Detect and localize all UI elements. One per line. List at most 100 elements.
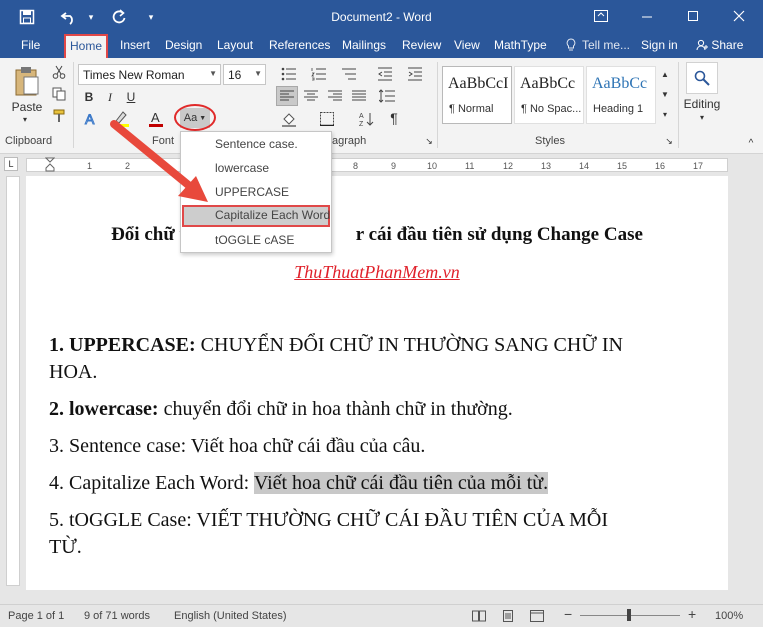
menu-item-capitalize-each-word[interactable]: Capitalize Each Word — [182, 205, 330, 227]
tab-selector-icon[interactable]: L — [4, 157, 18, 171]
title-text-right: r cái đầu tiên sử dụng Change Case — [355, 224, 643, 245]
tab-view[interactable]: View — [454, 38, 480, 52]
increase-indent-icon[interactable] — [404, 66, 426, 82]
ruler-number: 9 — [391, 161, 397, 171]
paragraph-launcher-icon[interactable]: ↘ — [423, 134, 435, 148]
styles-group-label: Styles — [535, 135, 565, 147]
list-item-continuation: HOA. — [49, 361, 98, 383]
status-bar: Page 1 of 1 9 of 71 words English (Unite… — [0, 604, 763, 627]
style-name: Heading 1 — [593, 103, 644, 115]
tab-file[interactable]: File — [21, 38, 40, 52]
web-layout-icon[interactable] — [530, 610, 544, 625]
tell-me-search[interactable]: Tell me... — [582, 38, 630, 52]
ruler-number: 14 — [579, 161, 590, 171]
tab-home[interactable]: Home — [64, 34, 109, 58]
styles-scroll-down-icon[interactable]: ▼ — [658, 86, 672, 102]
borders-icon[interactable] — [316, 110, 338, 128]
style-name: ¶ No Spac... — [521, 103, 582, 115]
zoom-level[interactable]: 100% — [715, 610, 743, 622]
show-formatting-icon[interactable]: ¶ — [384, 108, 404, 128]
item-text: CHUYỂN ĐỔI CHỮ IN THƯỜNG SANG CHỮ IN — [195, 334, 623, 356]
list-item: 1. UPPERCASE: CHUYỂN ĐỔI CHỮ IN THƯỜNG S… — [49, 334, 623, 357]
clipboard-group-label: Clipboard — [5, 135, 53, 147]
paste-dropdown-icon[interactable]: ▾ — [20, 114, 30, 124]
styles-more-icon[interactable]: ▾ — [658, 106, 672, 122]
menu-item-toggle-case[interactable]: tOGGLE cASE — [182, 230, 330, 252]
chevron-down-icon[interactable]: ▾ — [696, 112, 708, 122]
item-heading: 1. UPPERCASE: — [49, 334, 196, 356]
selected-text: Viết hoa chữ cái đầu tiên của mỗi từ. — [253, 472, 549, 494]
list-item: 2. lowercase: chuyển đổi chữ in hoa thàn… — [49, 398, 513, 421]
tab-references[interactable]: References — [269, 38, 330, 52]
ribbon-display-icon[interactable] — [588, 4, 614, 28]
copy-icon[interactable] — [50, 86, 68, 102]
ruler-number: 8 — [353, 161, 359, 171]
style-no-spacing[interactable]: AaBbCc ¶ No Spac... — [514, 66, 584, 124]
clipboard-icon[interactable] — [8, 62, 46, 100]
align-right-icon[interactable] — [324, 86, 346, 106]
ruler-number: 1 — [87, 161, 93, 171]
tab-design[interactable]: Design — [165, 38, 202, 52]
tab-mailings[interactable]: Mailings — [342, 38, 386, 52]
menu-item-label: tOGGLE cASE — [215, 233, 295, 247]
numbering-icon[interactable] — [308, 66, 330, 82]
collapse-ribbon-icon[interactable]: ^ — [744, 136, 758, 150]
underline-button[interactable]: U — [122, 88, 140, 106]
align-center-icon[interactable] — [300, 86, 322, 106]
ruler-number: 16 — [655, 161, 666, 171]
search-icon[interactable] — [686, 62, 718, 94]
word-count[interactable]: 9 of 71 words — [84, 610, 150, 622]
person-icon — [696, 38, 711, 52]
shading-icon[interactable] — [278, 110, 300, 128]
maximize-button[interactable] — [680, 4, 706, 28]
share-button[interactable]: Share — [696, 38, 743, 52]
zoom-in-icon[interactable]: + — [688, 606, 696, 622]
editing-button[interactable]: Editing — [682, 96, 722, 112]
sign-in-link[interactable]: Sign in — [641, 38, 678, 52]
align-left-icon[interactable] — [276, 86, 298, 106]
indent-marker-icon[interactable] — [44, 157, 56, 176]
ruler-number: 13 — [541, 161, 552, 171]
zoom-out-icon[interactable]: − — [564, 606, 572, 622]
menu-item-label: UPPERCASE — [215, 185, 290, 199]
styles-launcher-icon[interactable]: ↘ — [663, 134, 675, 148]
style-heading-1[interactable]: AaBbCc Heading 1 — [586, 66, 656, 124]
italic-button[interactable]: I — [101, 88, 119, 106]
language-status[interactable]: English (United States) — [174, 610, 287, 622]
menu-item-label: lowercase — [215, 161, 270, 175]
ribbon-separator — [73, 62, 74, 148]
zoom-slider-thumb[interactable] — [627, 609, 631, 621]
annotation-arrow-icon — [110, 120, 208, 202]
close-button[interactable] — [726, 4, 752, 28]
page-count[interactable]: Page 1 of 1 — [8, 610, 64, 622]
ruler-number: 17 — [693, 161, 704, 171]
minimize-button[interactable] — [634, 4, 660, 28]
format-painter-icon[interactable] — [50, 108, 68, 124]
tab-review[interactable]: Review — [402, 38, 441, 52]
sort-icon[interactable]: AZ — [356, 110, 378, 128]
title-bar: ▾ ▾ Document2 - Word — [0, 0, 763, 34]
tab-insert[interactable]: Insert — [120, 38, 150, 52]
decrease-indent-icon[interactable] — [374, 66, 396, 82]
style-normal[interactable]: AaBbCcI ¶ Normal — [442, 66, 512, 124]
vertical-scrollbar[interactable] — [738, 176, 756, 590]
line-spacing-icon[interactable] — [376, 86, 398, 106]
tab-mathtype[interactable]: MathType — [494, 38, 547, 52]
vertical-ruler — [6, 176, 20, 586]
document-page[interactable]: Đổi chữ thư r cái đầu tiên sử dụng Change… — [26, 176, 728, 590]
list-item: 4. Capitalize Each Word: Viết hoa chữ cá… — [49, 472, 549, 495]
cut-icon[interactable] — [50, 64, 68, 80]
styles-scroll-up-icon[interactable]: ▲ — [658, 66, 672, 82]
text-effects-icon[interactable]: A — [82, 110, 100, 128]
multilevel-list-icon[interactable] — [338, 66, 360, 82]
font-name-combo[interactable]: Times New Roman ▼ — [78, 64, 221, 85]
justify-icon[interactable] — [348, 86, 370, 106]
font-size-combo[interactable]: 16 ▼ — [223, 64, 266, 85]
tab-layout[interactable]: Layout — [217, 38, 253, 52]
paste-button[interactable]: Paste — [10, 100, 44, 114]
bullets-icon[interactable] — [278, 66, 300, 82]
read-mode-icon[interactable] — [472, 610, 486, 625]
font-name-value: Times New Roman — [83, 68, 185, 82]
bold-button[interactable]: B — [80, 88, 98, 106]
print-layout-icon[interactable] — [502, 610, 514, 625]
